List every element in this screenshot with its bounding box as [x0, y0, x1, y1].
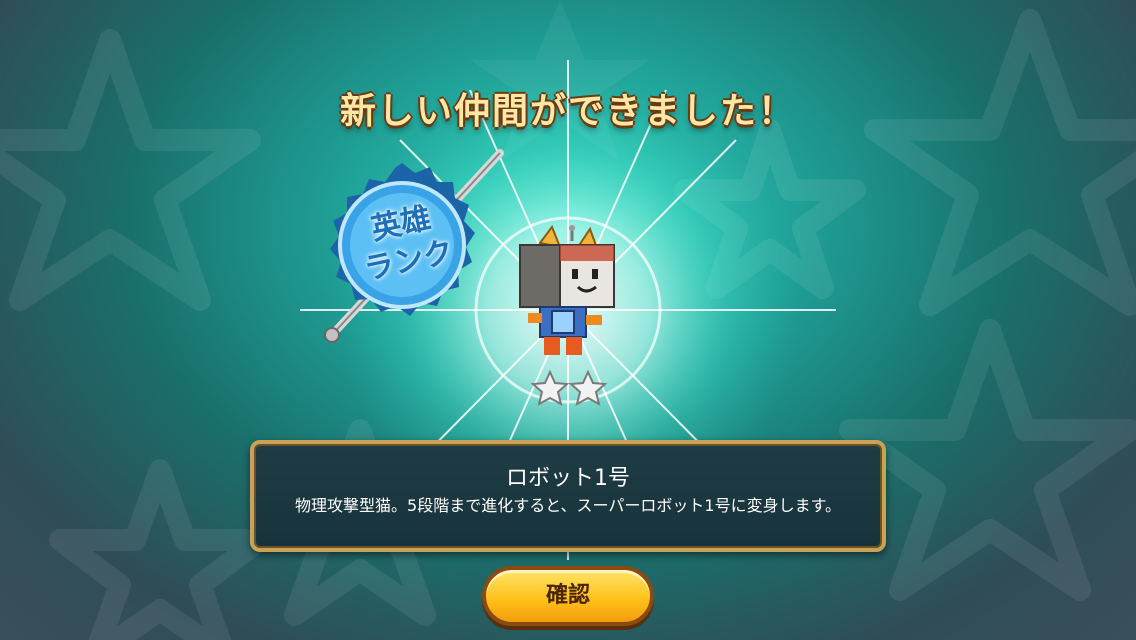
character-name: ロボット1号	[506, 466, 630, 491]
robot-cat-character	[519, 225, 615, 355]
character-description: 物理攻撃型猫。5段階まで進化すると、スーパーロボット1号に変身します。	[295, 496, 841, 515]
star-icon	[530, 369, 570, 406]
confirm-button[interactable]: 確認	[482, 566, 654, 626]
info-panel: ロボット1号 物理攻撃型猫。5段階まで進化すると、スーパーロボット1号に変身しま…	[250, 440, 886, 552]
rarity-stars	[530, 369, 608, 406]
page-title: 新しい仲間ができました！	[339, 91, 796, 132]
star-icon	[568, 369, 608, 406]
